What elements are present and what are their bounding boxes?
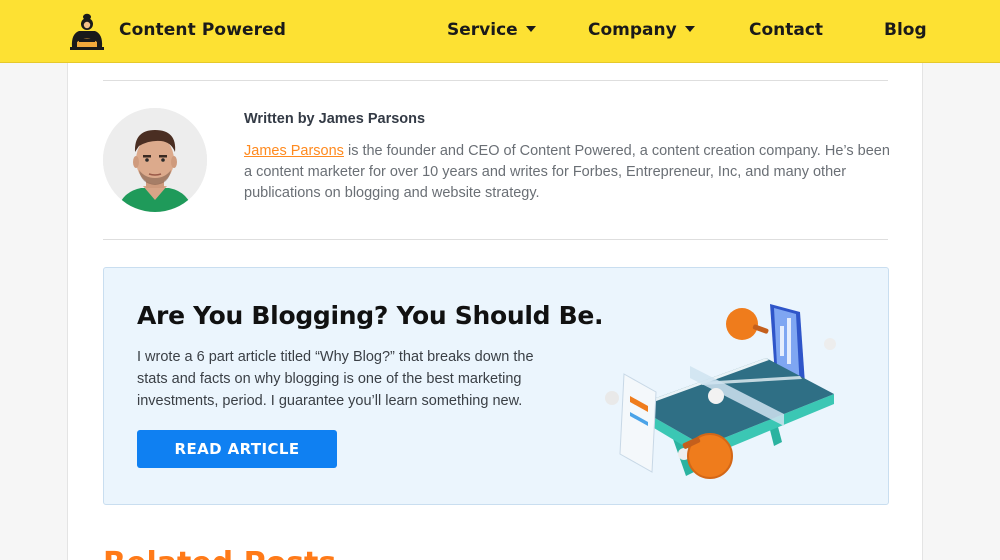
divider: [103, 239, 888, 240]
related-posts-heading: Related Posts: [103, 546, 336, 560]
nav-blog[interactable]: Blog: [884, 20, 927, 40]
read-article-button[interactable]: READ ARTICLE: [137, 430, 337, 468]
chevron-down-icon: [684, 25, 695, 32]
nav-company[interactable]: Company: [588, 20, 695, 40]
author-bio: James Parsons is the founder and CEO of …: [244, 141, 894, 204]
author-link[interactable]: James Parsons: [244, 143, 344, 159]
nav-company-label: Company: [588, 20, 677, 40]
author-avatar: [103, 108, 207, 212]
blogging-cta-box: Are You Blogging? You Should Be. I wrote…: [103, 267, 889, 505]
site-header: Content Powered Service Company Contact …: [0, 0, 1000, 63]
author-photo: [103, 108, 207, 212]
ping-pong-illustration: [605, 304, 836, 479]
nav-service[interactable]: Service: [447, 20, 536, 40]
divider: [103, 80, 888, 81]
chevron-down-icon: [525, 25, 536, 32]
brand-name[interactable]: Content Powered: [119, 20, 286, 40]
sumo-logo-icon[interactable]: [66, 10, 108, 52]
cta-title: Are You Blogging? You Should Be.: [137, 301, 604, 330]
author-byline: Written by James Parsons: [244, 111, 426, 127]
cta-description: I wrote a 6 part article titled “Why Blo…: [137, 349, 534, 409]
nav-contact[interactable]: Contact: [749, 20, 823, 40]
nav-service-label: Service: [447, 20, 518, 40]
article-content: Written by James Parsons James Parsons i…: [67, 63, 923, 560]
